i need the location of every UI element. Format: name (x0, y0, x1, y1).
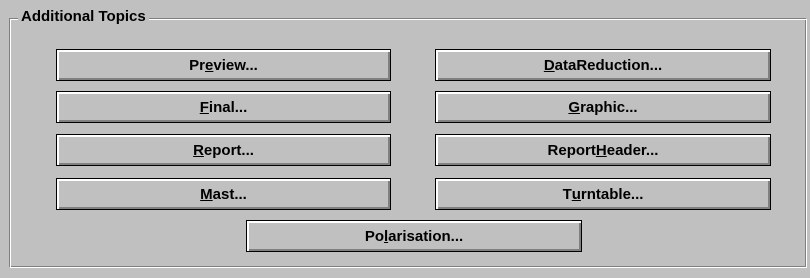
preview-label-end: view... (213, 56, 258, 74)
preview-mnemonic: e (205, 56, 214, 74)
report-header-label-start: Report (547, 141, 596, 159)
report-header-button[interactable]: Report Header... (435, 134, 771, 166)
graphic-button[interactable]: Graphic... (435, 91, 771, 123)
report-header-mnemonic: H (595, 141, 607, 159)
final-label-end: inal... (208, 98, 248, 116)
data-reduction-label-end: ataReduction... (554, 56, 663, 74)
polarisation-label-end: arisation... (388, 227, 464, 245)
mast-button[interactable]: Mast... (56, 178, 391, 210)
turntable-label-start: T (562, 185, 572, 203)
final-button[interactable]: Final... (56, 91, 391, 123)
turntable-mnemonic: u (571, 185, 581, 203)
report-mnemonic: R (193, 141, 204, 159)
data-reduction-button[interactable]: DataReduction... (435, 49, 771, 81)
graphic-label-end: raphic... (580, 98, 638, 116)
graphic-mnemonic: G (568, 98, 581, 116)
mast-mnemonic: M (200, 185, 213, 203)
turntable-button[interactable]: Tu rntable... (435, 178, 771, 210)
groupbox-title: Additional Topics (18, 8, 149, 26)
preview-label-start: Pr (189, 56, 206, 74)
data-reduction-mnemonic: D (543, 56, 555, 74)
report-button[interactable]: Report... (56, 134, 391, 166)
mast-label-end: ast... (212, 185, 247, 203)
turntable-label-end: rntable... (580, 185, 644, 203)
polarisation-button[interactable]: Po l arisation... (246, 220, 582, 252)
final-mnemonic: F (199, 98, 209, 116)
report-header-label-end: eader... (606, 141, 659, 159)
polarisation-label-start: Po (364, 227, 384, 245)
preview-button[interactable]: Pr e view... (56, 49, 391, 81)
report-label-end: eport... (203, 141, 254, 159)
